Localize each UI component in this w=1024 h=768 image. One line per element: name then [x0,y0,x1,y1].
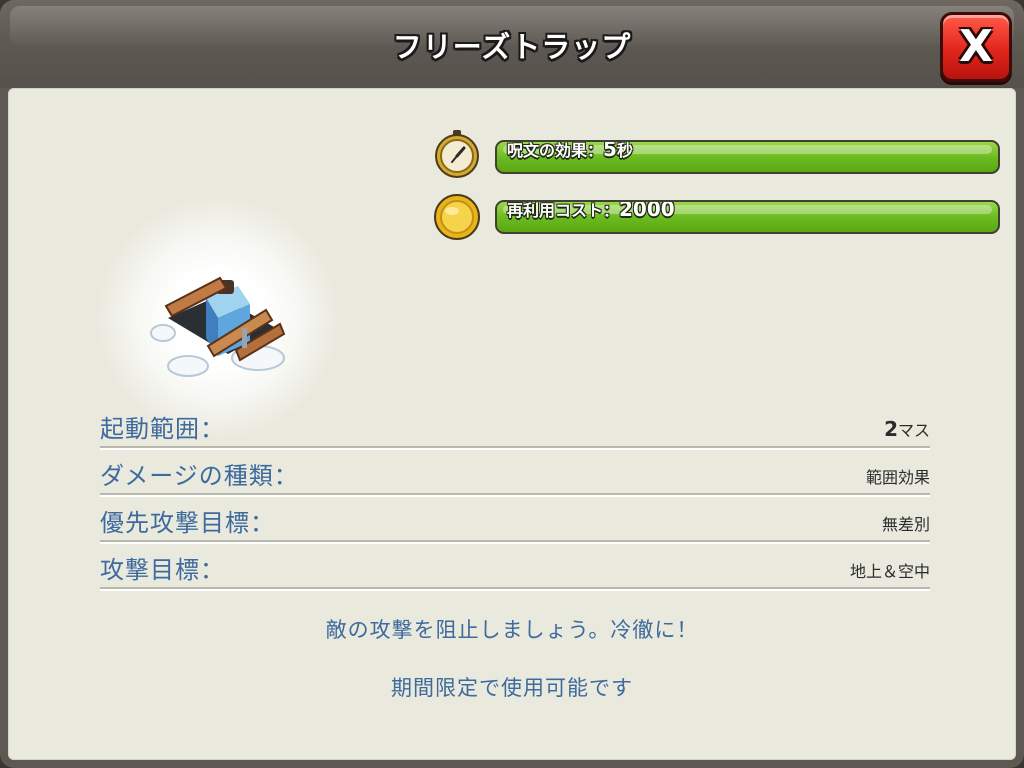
info-row-attack-target: 攻撃目標： 地上＆空中 [100,547,930,591]
info-row-damage-type: ダメージの種類： 範囲効果 [100,453,930,497]
trigger-range-label: 起動範囲： [100,415,225,443]
preferred-target-value: 無差別 [881,515,930,534]
damage-type-label: ダメージの種類： [100,462,299,490]
stopwatch-icon [435,130,479,178]
preferred-target-label: 優先攻撃目標： [100,509,275,537]
damage-type-value: 範囲効果 [865,468,930,487]
attack-target-label: 攻撃目標： [100,556,225,584]
title-bar: フリーズトラップ X [0,0,1024,88]
close-icon: X [959,21,993,72]
close-button[interactable]: X [940,12,1012,82]
window-title: フリーズトラップ [392,30,632,64]
reuse-cost-bar: 再利用コスト：2000 [495,200,1000,234]
stat-row-reuse-cost: 再利用コスト：2000 [432,192,1002,242]
reuse-cost-label: 再利用コスト：2000 [507,200,675,221]
attack-target-value: 地上＆空中 [849,562,930,581]
spell-effect-label: 呪文の効果：5秒 [507,140,633,161]
info-row-preferred-target: 優先攻撃目標： 無差別 [100,500,930,544]
freeze-trap-icon [150,276,286,377]
availability-text: 期間限定で使用可能です [391,676,633,700]
info-row-trigger-range: 起動範囲： 2マス [100,406,930,450]
info-window: フリーズトラップ X 呪文の効果：5秒 再利用コスト：2000 起動範囲： 2マ… [0,0,1024,768]
content-panel: 呪文の効果：5秒 再利用コスト：2000 起動範囲： 2マス ダメージの種類： [8,88,1016,760]
description-text: 敵の攻撃を阻止しましょう。冷徹に！ [325,618,699,642]
stat-row-spell-effect: 呪文の効果：5秒 [432,128,1002,178]
gold-coin-icon [434,194,480,240]
trigger-range-value: 2マス [884,417,930,441]
spell-effect-bar: 呪文の効果：5秒 [495,140,1000,174]
